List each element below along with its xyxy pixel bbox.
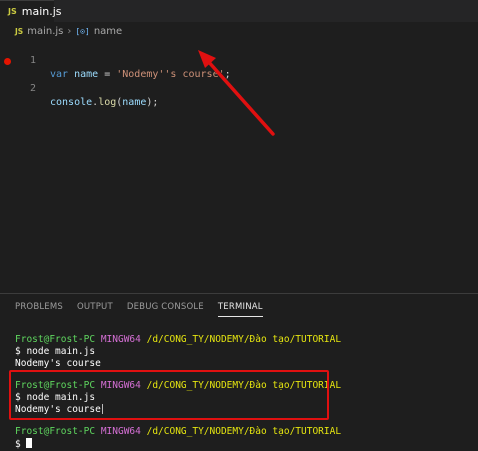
terminal-input-line[interactable]: $ xyxy=(15,438,33,451)
javascript-file-icon: JS xyxy=(15,26,24,36)
panel-tab-bar: PROBLEMS OUTPUT DEBUG CONSOLE TERMINAL xyxy=(0,296,478,318)
prompt-path: /d/CONG_TY/NODEMY/Đào tạo/TUTORIAL xyxy=(146,334,342,345)
tab-output[interactable]: OUTPUT xyxy=(77,296,113,318)
string-token: 'Nodemy''s course' xyxy=(116,69,225,80)
terminal-prompt-line: Frost@Frost-PC MINGW64 /d/CONG_TY/NODEMY… xyxy=(15,334,341,346)
tab-main-js[interactable]: JS main.js xyxy=(0,0,62,22)
editor-tab-bar: JS main.js xyxy=(0,0,478,22)
tab-debug-console[interactable]: DEBUG CONSOLE xyxy=(127,296,204,318)
keyword-token: var xyxy=(50,69,69,80)
tab-label: main.js xyxy=(21,5,62,18)
identifier-token: console xyxy=(50,97,93,108)
identifier-token: name xyxy=(74,69,99,80)
code-line-1[interactable]: 1 var name = 'Nodemy''s course'; xyxy=(0,40,478,80)
punctuation-token: ); xyxy=(146,97,159,108)
tab-problems[interactable]: PROBLEMS xyxy=(15,296,63,318)
operator-token: = xyxy=(98,69,117,80)
breakpoint-icon[interactable] xyxy=(4,58,11,65)
breadcrumb-file[interactable]: main.js xyxy=(27,26,63,37)
terminal-cursor-icon xyxy=(26,438,33,448)
tab-terminal[interactable]: TERMINAL xyxy=(217,296,263,318)
variable-symbol-icon: [⊙] xyxy=(75,26,90,36)
code-text: var name = 'Nodemy''s course'; xyxy=(50,68,231,82)
annotation-highlight-box xyxy=(9,370,329,420)
terminal-prompt-line: Frost@Frost-PC MINGW64 /d/CONG_TY/NODEMY… xyxy=(15,426,341,438)
prompt-path: /d/CONG_TY/NODEMY/Đào tạo/TUTORIAL xyxy=(146,426,342,437)
code-editor[interactable]: 1 var name = 'Nodemy''s course'; 2 conso… xyxy=(0,40,478,290)
prompt-user: Frost@Frost-PC xyxy=(15,426,96,437)
code-text: console.log(name); xyxy=(50,96,158,110)
prompt-user: Frost@Frost-PC xyxy=(15,334,96,345)
code-line-2[interactable]: 2 console.log(name); xyxy=(0,54,478,108)
terminal-output-line: Nodemy's course xyxy=(15,358,101,369)
identifier-token: name xyxy=(122,97,147,108)
input-prompt: $ xyxy=(15,439,27,450)
breadcrumb: JS main.js › [⊙] name xyxy=(0,22,478,40)
line-number: 2 xyxy=(29,83,36,94)
chevron-right-icon: › xyxy=(67,25,72,37)
breadcrumb-symbol[interactable]: name xyxy=(94,26,122,37)
prompt-host: MINGW64 xyxy=(100,334,141,345)
punctuation-token: ; xyxy=(224,69,231,80)
terminal-command-line: $ node main.js xyxy=(15,346,96,357)
prompt-host: MINGW64 xyxy=(100,426,141,437)
javascript-file-icon: JS xyxy=(8,7,17,16)
function-token: log xyxy=(98,97,117,108)
panel-divider xyxy=(0,293,478,294)
